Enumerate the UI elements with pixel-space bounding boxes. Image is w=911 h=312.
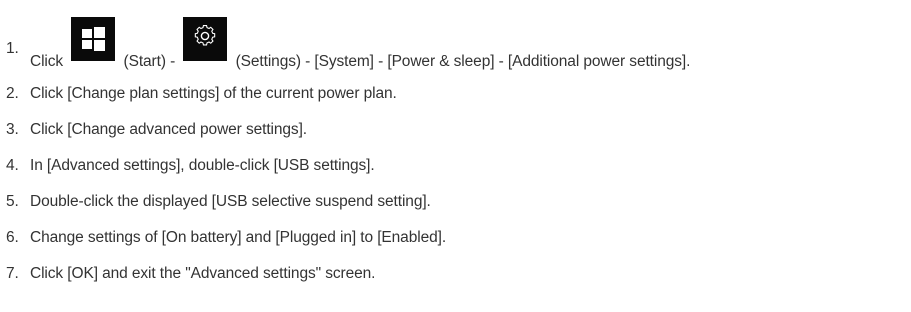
step-text: In [Advanced settings], double-click [US… (30, 157, 375, 174)
step-number: 6. (6, 229, 19, 246)
step-4: 4. In [Advanced settings], double-click … (0, 154, 375, 178)
step-number: 7. (6, 265, 19, 282)
step-number: 5. (6, 193, 19, 210)
step-2: 2. Click [Change plan settings] of the c… (0, 82, 397, 106)
step-text: Click [Change advanced power settings]. (30, 121, 307, 138)
step-text: Click [OK] and exit the "Advanced settin… (30, 265, 376, 282)
start-label: (Start) - (123, 53, 176, 70)
settings-path-text: (Settings) - [System] - [Power & sleep] … (235, 53, 691, 70)
instruction-steps: 1. Click (Start) - (Settings) - [System]… (0, 0, 911, 312)
windows-start-icon (71, 17, 116, 61)
step-6: 6. Change settings of [On battery] and [… (0, 226, 446, 250)
step-number: 4. (6, 157, 19, 174)
step-number: 1. (6, 40, 19, 57)
step-text: Change settings of [On battery] and [Plu… (30, 229, 447, 246)
step-7: 7. Click [OK] and exit the "Advanced set… (0, 262, 375, 286)
step-number: 2. (6, 85, 19, 102)
settings-gear-icon (183, 17, 228, 61)
step-text: Click [Change plan settings] of the curr… (30, 85, 397, 102)
step-number: 3. (6, 121, 19, 138)
step-text: Click (Start) - (Settings) - [System] - … (30, 17, 691, 71)
step-text: Double-click the displayed [USB selectiv… (30, 193, 431, 210)
step-click-text: Click (30, 53, 64, 70)
step-5: 5. Double-click the displayed [USB selec… (0, 190, 431, 214)
step-1: 1. Click (Start) - (Settings) - [System]… (0, 17, 690, 70)
step-3: 3. Click [Change advanced power settings… (0, 118, 307, 142)
